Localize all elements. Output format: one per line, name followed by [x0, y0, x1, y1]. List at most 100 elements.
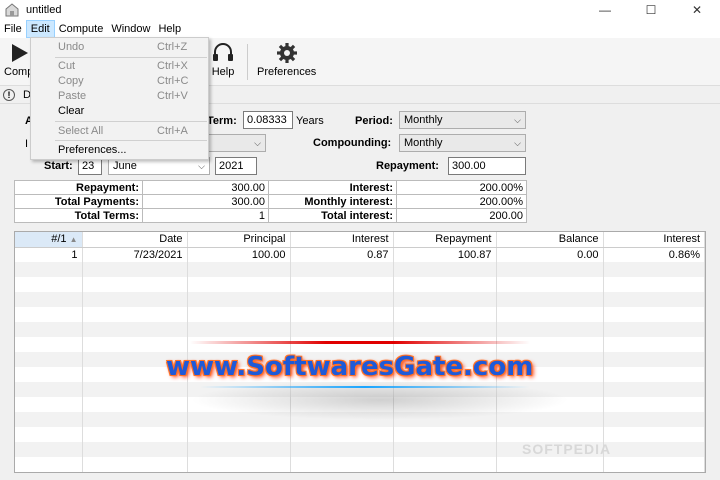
menu-item-shortcut: Ctrl+X: [157, 60, 188, 72]
table-cell: [290, 442, 394, 457]
period-select[interactable]: Monthly ⌵: [399, 111, 526, 129]
table-cell: [290, 427, 394, 442]
table-cell: [82, 397, 188, 412]
menu-separator: [55, 57, 207, 58]
start-year-input[interactable]: 2021: [215, 157, 257, 175]
empty-table-row: [15, 307, 705, 322]
term-unit: Years: [296, 115, 324, 127]
title-bar: untitled — ☐ ✕: [0, 0, 720, 20]
menu-item-label: Cut: [58, 60, 76, 72]
table-cell: [393, 442, 497, 457]
close-button[interactable]: ✕: [674, 0, 720, 20]
start-label: Start:: [44, 160, 73, 172]
term-input[interactable]: 0.08333: [243, 111, 293, 129]
menu-item-cut[interactable]: Cut Ctrl+X: [31, 59, 208, 74]
column-header-principal[interactable]: Principal: [187, 232, 291, 248]
table-cell: [15, 412, 83, 427]
summary-key: Repayment:: [14, 180, 143, 195]
table-cell: [82, 262, 188, 277]
table-cell: [187, 442, 291, 457]
table-cell: [290, 277, 394, 292]
menu-edit[interactable]: Edit: [25, 20, 55, 38]
table-cell: [603, 397, 705, 412]
table-cell: [82, 412, 188, 427]
table-row[interactable]: 1 7/23/2021 100.00 0.87 100.87 0.00 0.86…: [15, 247, 705, 262]
summary-value: 200.00%: [396, 180, 527, 195]
chevron-down-icon: ⌵: [514, 138, 521, 148]
menu-window[interactable]: Window: [107, 20, 154, 38]
menu-help[interactable]: Help: [154, 20, 185, 38]
table-cell: [187, 277, 291, 292]
table-cell: [393, 457, 497, 472]
table-cell: [393, 307, 497, 322]
empty-table-row: [15, 277, 705, 292]
compounding-select[interactable]: Monthly ⌵: [399, 134, 526, 152]
table-cell: [15, 367, 83, 382]
table-cell: [496, 337, 604, 352]
window-controls: — ☐ ✕: [582, 0, 720, 20]
chevron-down-icon: ⌵: [514, 115, 521, 125]
table-cell: [496, 457, 604, 472]
table-cell: [603, 457, 705, 472]
compute-toolbar-button[interactable]: Comp: [4, 42, 33, 78]
help-toolbar-button[interactable]: Help: [211, 42, 235, 78]
column-header-repayment[interactable]: Repayment: [393, 232, 497, 248]
gear-icon: [276, 43, 297, 63]
table-cell: [603, 442, 705, 457]
menu-item-label: Paste: [58, 90, 87, 102]
minimize-button[interactable]: —: [582, 0, 628, 20]
menu-item-paste[interactable]: Paste Ctrl+V: [31, 89, 208, 104]
window-title: untitled: [26, 4, 62, 16]
table-cell: [82, 382, 188, 397]
column-header-balance[interactable]: Balance: [496, 232, 604, 248]
app-icon: [5, 3, 19, 17]
partial-select[interactable]: ⌵: [209, 134, 266, 152]
compounding-label: Compounding:: [313, 137, 392, 149]
menu-file[interactable]: File: [0, 20, 26, 38]
table-cell: [603, 307, 705, 322]
table-cell: [82, 322, 188, 337]
menu-item-shortcut: Ctrl+V: [157, 90, 188, 102]
maximize-button[interactable]: ☐: [628, 0, 674, 20]
menu-item-copy[interactable]: Copy Ctrl+C: [31, 74, 208, 89]
menu-item-shortcut: Ctrl+A: [157, 125, 188, 137]
table-cell: [15, 382, 83, 397]
menu-item-select-all[interactable]: Select All Ctrl+A: [31, 124, 208, 139]
column-header-number[interactable]: #/1 ▲: [15, 232, 83, 248]
empty-table-row: [15, 457, 705, 472]
compute-toolbar-label: Comp: [4, 66, 34, 78]
compounding-select-value: Monthly: [404, 137, 443, 149]
partial-label-2: I: [25, 138, 29, 150]
table-cell: [496, 292, 604, 307]
table-cell: [603, 382, 705, 397]
table-cell: [496, 427, 604, 442]
empty-table-row: [15, 337, 705, 352]
table-cell: [15, 352, 83, 367]
column-header-interest-rate[interactable]: Interest: [603, 232, 705, 248]
toolbar-separator: [247, 44, 248, 80]
column-header-date[interactable]: Date: [82, 232, 188, 248]
watermark-red-line: [190, 341, 530, 344]
menu-compute[interactable]: Compute: [55, 20, 108, 38]
column-header-interest[interactable]: Interest: [290, 232, 394, 248]
summary-row: Repayment: 300.00 Interest: 200.00%: [14, 180, 527, 195]
summary-value: 300.00: [142, 180, 269, 195]
table-cell: [290, 307, 394, 322]
menu-item-preferences[interactable]: Preferences...: [31, 143, 208, 158]
table-cell: [187, 292, 291, 307]
table-cell: [393, 262, 497, 277]
watermark-text: www.SoftwaresGate.com: [166, 352, 534, 382]
table-cell: [496, 262, 604, 277]
menu-item-label: Undo: [58, 41, 85, 53]
table-cell: 0.00: [496, 247, 604, 262]
menu-item-undo[interactable]: Undo Ctrl+Z: [31, 40, 208, 55]
play-icon: [11, 44, 28, 62]
table-cell: [187, 322, 291, 337]
menu-item-clear[interactable]: Clear: [31, 104, 208, 119]
repayment-input[interactable]: 300.00: [448, 157, 526, 175]
table-cell: [187, 457, 291, 472]
menu-separator: [55, 140, 207, 141]
table-cell: [290, 322, 394, 337]
preferences-toolbar-button[interactable]: Preferences: [257, 42, 316, 78]
repayment-label: Repayment:: [376, 160, 439, 172]
